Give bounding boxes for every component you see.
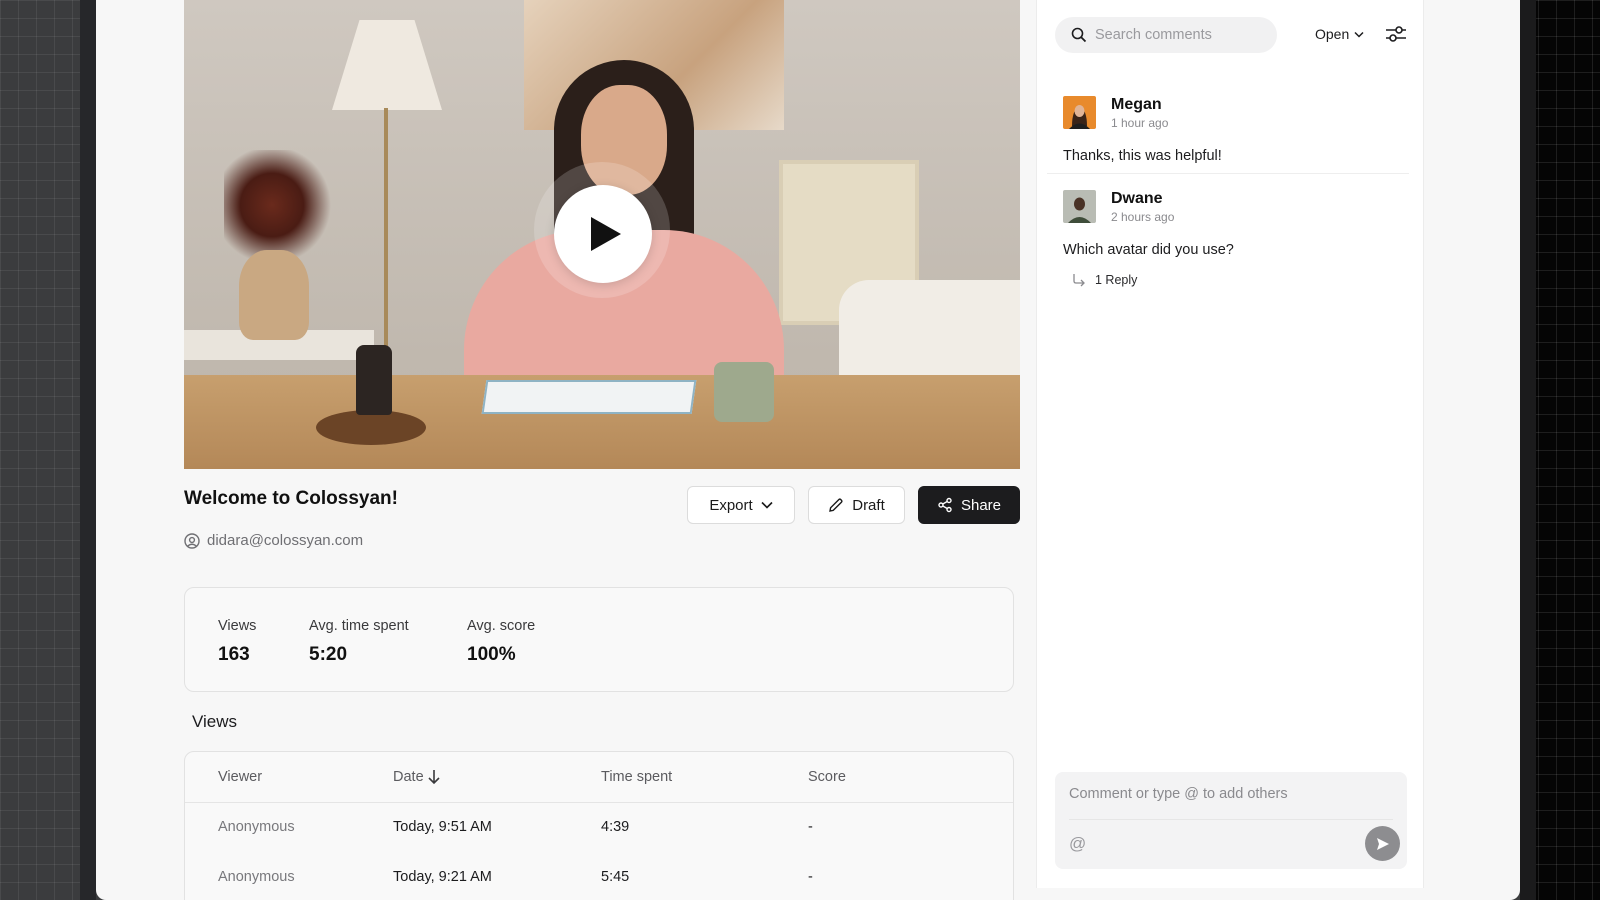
table-row[interactable]: Anonymous Today, 9:51 AM 4:39 - — [185, 803, 1013, 853]
export-button[interactable]: Export — [687, 486, 795, 524]
cell-score: - — [808, 869, 813, 885]
stat-label: Views — [218, 618, 257, 634]
cell-time-spent: 4:39 — [601, 819, 630, 835]
owner-email: didara@colossyan.com — [207, 532, 364, 549]
send-button[interactable] — [1365, 826, 1400, 861]
play-icon — [591, 217, 621, 251]
user-circle-icon — [184, 532, 200, 549]
arrow-down-icon — [428, 770, 440, 785]
video-title: Welcome to Colossyan! — [184, 488, 398, 509]
stat-value: 100% — [467, 644, 516, 665]
owner-info: didara@colossyan.com — [184, 532, 363, 549]
search-icon — [1071, 27, 1087, 43]
avatar — [1063, 190, 1096, 223]
backdrop-left — [0, 0, 96, 900]
comment-author: Megan — [1111, 96, 1162, 113]
comment-time: 2 hours ago — [1111, 210, 1175, 224]
mention-button[interactable]: @ — [1069, 834, 1086, 854]
backdrop-right — [1520, 0, 1600, 900]
pencil-icon — [829, 498, 843, 512]
avatar — [1063, 96, 1096, 129]
stats-card: Views 163 Avg. time spent 5:20 Avg. scor… — [184, 587, 1014, 692]
stat-label: Avg. score — [467, 618, 536, 634]
reply-arrow-icon — [1073, 274, 1085, 287]
draft-button[interactable]: Draft — [808, 486, 905, 524]
share-icon — [938, 497, 952, 513]
sliders-icon — [1386, 26, 1406, 42]
video-player[interactable] — [184, 0, 1020, 469]
comment-input[interactable] — [1069, 786, 1389, 810]
cell-viewer: Anonymous — [218, 869, 295, 885]
chevron-down-icon — [761, 501, 773, 509]
stat-value: 5:20 — [309, 644, 348, 665]
export-label: Export — [709, 496, 753, 514]
comment-divider — [1047, 173, 1409, 174]
comment-search[interactable] — [1055, 17, 1277, 53]
stat-value: 163 — [218, 644, 250, 665]
search-input[interactable] — [1095, 27, 1265, 43]
cell-date: Today, 9:21 AM — [393, 869, 492, 885]
share-label: Share — [960, 496, 1002, 514]
comments-panel: Open Megan 1 hour ago — [1036, 0, 1424, 888]
replies-count: 1 Reply — [1095, 273, 1138, 287]
play-button[interactable] — [554, 185, 652, 283]
views-section-title: Views — [192, 712, 238, 731]
column-header-date[interactable]: Date — [393, 769, 441, 785]
column-header-viewer[interactable]: Viewer — [218, 769, 262, 785]
stat-avg-score: Avg. score 100% — [467, 618, 535, 666]
composer-divider — [1069, 819, 1393, 820]
app-window: Welcome to Colossyan! didara@colossyan.c… — [96, 0, 1520, 900]
replies-link[interactable]: 1 Reply — [1071, 273, 1137, 287]
stat-avg-time: Avg. time spent 5:20 — [309, 618, 409, 666]
column-header-score[interactable]: Score — [808, 769, 846, 785]
comment-text: Thanks, this was helpful! — [1063, 148, 1222, 164]
table-header: Viewer Date Time spent Score — [185, 752, 1013, 803]
filter-settings-button[interactable] — [1385, 24, 1407, 49]
send-icon — [1376, 837, 1389, 850]
comment-author: Dwane — [1111, 190, 1163, 207]
status-filter-label: Open — [1315, 26, 1350, 42]
stat-label: Avg. time spent — [309, 618, 409, 634]
draft-label: Draft — [852, 496, 885, 514]
comment-composer: @ — [1055, 772, 1407, 869]
cell-viewer: Anonymous — [218, 819, 295, 835]
cell-time-spent: 5:45 — [601, 869, 630, 885]
table-row[interactable]: Anonymous Today, 9:21 AM 5:45 - — [185, 853, 1013, 900]
stat-views: Views 163 — [218, 618, 256, 666]
cell-score: - — [808, 819, 813, 835]
chevron-down-icon — [1354, 31, 1364, 38]
comment-item[interactable]: Dwane 2 hours ago Which avatar did you u… — [1063, 190, 1408, 300]
comment-item[interactable]: Megan 1 hour ago Thanks, this was helpfu… — [1063, 96, 1408, 166]
views-table: Viewer Date Time spent Score Anonymous T… — [184, 751, 1014, 900]
column-header-time-spent[interactable]: Time spent — [601, 769, 672, 785]
cell-date: Today, 9:51 AM — [393, 819, 492, 835]
comment-text: Which avatar did you use? — [1063, 242, 1234, 258]
share-button[interactable]: Share — [918, 486, 1020, 524]
status-filter-dropdown[interactable]: Open — [1315, 26, 1364, 42]
comment-time: 1 hour ago — [1111, 116, 1169, 130]
